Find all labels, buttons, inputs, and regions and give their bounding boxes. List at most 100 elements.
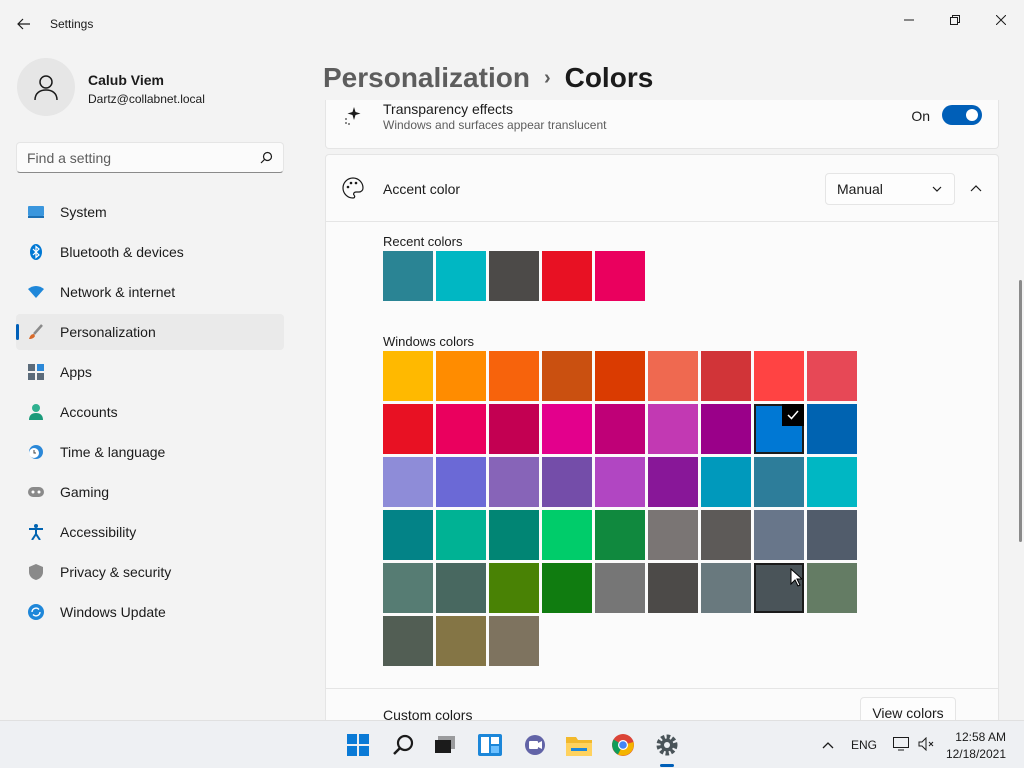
minimize-button[interactable]	[886, 4, 932, 36]
windows-color-swatch[interactable]	[436, 404, 486, 454]
recent-color-swatch[interactable]	[595, 251, 645, 301]
search-icon[interactable]	[387, 729, 419, 761]
clock-time[interactable]: 12:58 AM	[950, 730, 1006, 744]
windows-color-swatch[interactable]	[701, 563, 751, 613]
sidebar-item-label: Apps	[60, 364, 92, 380]
recent-color-swatch[interactable]	[489, 251, 539, 301]
windows-color-swatch[interactable]	[648, 404, 698, 454]
widgets-icon[interactable]	[474, 729, 506, 761]
accent-mode-dropdown[interactable]: Manual	[825, 173, 955, 205]
windows-color-swatch[interactable]	[489, 616, 539, 666]
windows-color-swatch[interactable]	[383, 351, 433, 401]
sidebar-item-windows-update[interactable]: Windows Update	[16, 594, 284, 630]
windows-color-swatch[interactable]	[701, 404, 751, 454]
recent-colors-label: Recent colors	[383, 234, 463, 249]
windows-color-swatch[interactable]	[489, 510, 539, 560]
windows-color-swatch[interactable]	[383, 404, 433, 454]
collapse-button[interactable]	[964, 177, 988, 201]
chevron-up-icon[interactable]	[822, 740, 834, 750]
recent-color-swatch[interactable]	[383, 251, 433, 301]
windows-color-swatch[interactable]	[489, 351, 539, 401]
windows-color-swatch[interactable]	[489, 457, 539, 507]
windows-color-swatch[interactable]	[595, 351, 645, 401]
sidebar-item-apps[interactable]: Apps	[16, 354, 284, 390]
transparency-toggle[interactable]	[942, 105, 982, 125]
windows-color-swatch[interactable]	[701, 510, 751, 560]
windows-color-swatch[interactable]	[436, 351, 486, 401]
windows-color-swatch[interactable]	[807, 457, 857, 507]
accessibility-icon	[28, 524, 44, 540]
settings-icon[interactable]	[651, 729, 683, 761]
windows-color-swatch[interactable]	[648, 457, 698, 507]
volume-muted-icon[interactable]	[918, 737, 934, 751]
sidebar-item-network[interactable]: Network & internet	[16, 274, 284, 310]
windows-color-swatch[interactable]	[595, 563, 645, 613]
windows-color-swatch[interactable]	[807, 351, 857, 401]
windows-color-swatch[interactable]	[754, 404, 804, 454]
recent-color-swatch[interactable]	[436, 251, 486, 301]
windows-color-swatch[interactable]	[754, 351, 804, 401]
windows-color-swatch[interactable]	[807, 563, 857, 613]
maximize-button[interactable]	[932, 4, 978, 36]
divider	[326, 688, 998, 689]
windows-color-swatch[interactable]	[595, 457, 645, 507]
search-icon[interactable]	[260, 151, 273, 164]
windows-color-swatch[interactable]	[436, 457, 486, 507]
windows-color-swatch[interactable]	[489, 404, 539, 454]
avatar[interactable]	[17, 58, 75, 116]
windows-color-swatch[interactable]	[648, 563, 698, 613]
windows-color-swatch[interactable]	[383, 510, 433, 560]
windows-color-swatch[interactable]	[436, 510, 486, 560]
windows-color-swatch[interactable]	[383, 616, 433, 666]
accent-color-header[interactable]: Accent color Manual	[326, 155, 998, 222]
sidebar-item-accounts[interactable]: Accounts	[16, 394, 284, 430]
search-box[interactable]	[16, 142, 284, 173]
breadcrumb-parent[interactable]: Personalization	[323, 62, 530, 94]
recent-color-swatch[interactable]	[542, 251, 592, 301]
language-indicator[interactable]: ENG	[851, 738, 877, 752]
windows-color-swatch[interactable]	[542, 510, 592, 560]
windows-color-swatch[interactable]	[489, 563, 539, 613]
windows-color-swatch[interactable]	[807, 404, 857, 454]
brush-icon	[28, 324, 44, 340]
windows-color-swatch[interactable]	[542, 351, 592, 401]
windows-color-swatch[interactable]	[754, 457, 804, 507]
transparency-title: Transparency effects	[383, 101, 513, 117]
windows-color-swatch[interactable]	[701, 457, 751, 507]
windows-color-swatch[interactable]	[807, 510, 857, 560]
sidebar-item-privacy[interactable]: Privacy & security	[16, 554, 284, 590]
sidebar-item-system[interactable]: System	[16, 194, 284, 230]
windows-color-swatch[interactable]	[383, 563, 433, 613]
windows-color-swatch[interactable]	[436, 563, 486, 613]
sidebar-item-accessibility[interactable]: Accessibility	[16, 514, 284, 550]
windows-color-swatch[interactable]	[542, 457, 592, 507]
windows-color-swatch[interactable]	[595, 404, 645, 454]
search-input[interactable]	[17, 143, 247, 172]
sidebar-item-time-language[interactable]: Time & language	[16, 434, 284, 470]
windows-color-swatch[interactable]	[436, 616, 486, 666]
scrollbar[interactable]	[1019, 280, 1022, 542]
teams-chat-icon[interactable]	[519, 729, 551, 761]
windows-color-swatch[interactable]	[383, 457, 433, 507]
windows-color-swatch[interactable]	[701, 351, 751, 401]
windows-start-icon[interactable]	[342, 729, 374, 761]
windows-color-swatch[interactable]	[648, 351, 698, 401]
clock-date[interactable]: 12/18/2021	[940, 747, 1006, 761]
sidebar-item-label: Windows Update	[60, 604, 166, 620]
back-button[interactable]	[12, 12, 36, 36]
file-explorer-icon[interactable]	[563, 729, 595, 761]
sidebar-item-bluetooth[interactable]: Bluetooth & devices	[16, 234, 284, 270]
windows-color-swatch[interactable]	[542, 563, 592, 613]
windows-color-swatch[interactable]	[754, 510, 804, 560]
task-view-icon[interactable]	[429, 729, 461, 761]
chrome-icon[interactable]	[607, 729, 639, 761]
windows-color-swatch[interactable]	[595, 510, 645, 560]
sidebar-nav: System Bluetooth & devices Network & int…	[16, 194, 284, 634]
windows-color-swatch[interactable]	[648, 510, 698, 560]
accent-color-title: Accent color	[383, 181, 461, 197]
close-button[interactable]	[978, 4, 1024, 36]
network-monitor-icon[interactable]	[893, 737, 909, 751]
sidebar-item-personalization[interactable]: Personalization	[16, 314, 284, 350]
windows-color-swatch[interactable]	[542, 404, 592, 454]
sidebar-item-gaming[interactable]: Gaming	[16, 474, 284, 510]
